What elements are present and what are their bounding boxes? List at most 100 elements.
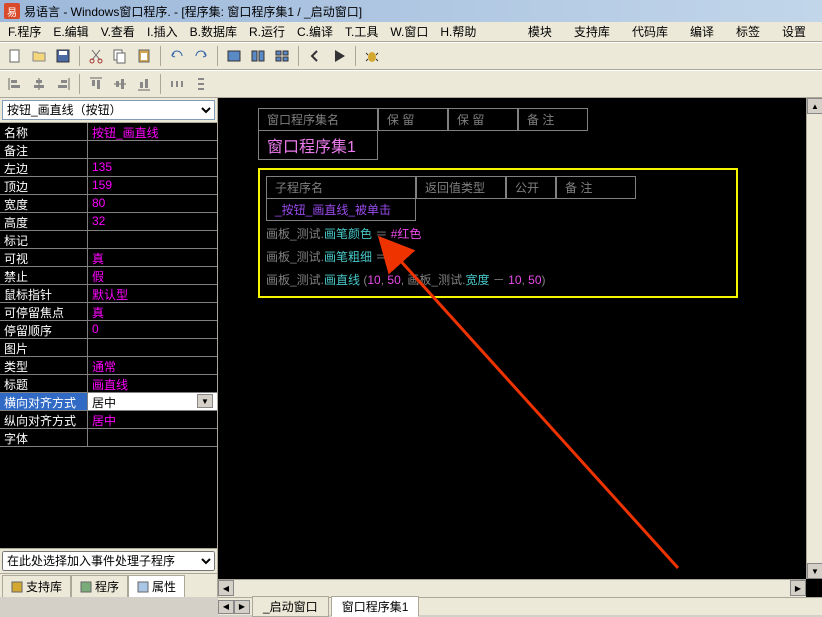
align-left-icon	[7, 76, 23, 92]
prop-value[interactable]: 居中	[88, 411, 217, 428]
prop-value[interactable]: 居中▼	[88, 393, 217, 410]
highlighted-code-block: 子程序名 返回值类型 公开 备 注 _按钮_画直线_被单击 画板_测试.画笔颜色…	[258, 168, 738, 298]
tab-window-set1[interactable]: 窗口程序集1	[331, 596, 420, 617]
menu-support-lib[interactable]: 支持库	[568, 21, 616, 42]
prop-row-13[interactable]: 类型通常	[0, 357, 217, 375]
save-button[interactable]	[52, 45, 74, 67]
run-button[interactable]	[328, 45, 350, 67]
align-7[interactable]	[166, 73, 188, 95]
scrollbar-vertical[interactable]: ▲ ▼	[806, 98, 822, 579]
menu-view[interactable]: V.查看	[95, 21, 141, 42]
paste-button[interactable]	[133, 45, 155, 67]
align-6[interactable]	[133, 73, 155, 95]
align-4[interactable]	[85, 73, 107, 95]
menu-insert[interactable]: I.插入	[141, 21, 184, 42]
prop-row-14[interactable]: 标题画直线	[0, 375, 217, 393]
tab-nav-prev[interactable]: ◀	[218, 600, 234, 614]
prop-value[interactable]: 默认型	[88, 285, 217, 302]
prop-value[interactable]: 159	[88, 177, 217, 194]
code-editor[interactable]: 窗口程序集名 保 留 保 留 备 注 窗口程序集1 子程序名 返回值类型 公开 …	[218, 98, 822, 597]
property-grid[interactable]: 名称按钮_画直线备注左边135顶边159宽度80高度32标记可视真禁止假鼠标指针…	[0, 123, 217, 548]
prop-row-10[interactable]: 可停留焦点真	[0, 303, 217, 321]
menu-run[interactable]: R.运行	[243, 21, 291, 42]
prop-row-8[interactable]: 禁止假	[0, 267, 217, 285]
menu-tags[interactable]: 标签	[730, 21, 766, 42]
prop-row-11[interactable]: 停留顺序0	[0, 321, 217, 339]
prop-row-7[interactable]: 可视真	[0, 249, 217, 267]
menu-edit[interactable]: E.编辑	[47, 21, 94, 42]
prop-row-12[interactable]: 图片	[0, 339, 217, 357]
align-3[interactable]	[52, 73, 74, 95]
prop-row-15[interactable]: 横向对齐方式居中▼	[0, 393, 217, 411]
align-8[interactable]	[190, 73, 212, 95]
new-button[interactable]	[4, 45, 26, 67]
prop-value[interactable]: 80	[88, 195, 217, 212]
prop-row-1[interactable]: 备注	[0, 141, 217, 159]
prop-row-6[interactable]: 标记	[0, 231, 217, 249]
menu-help[interactable]: H.帮助	[434, 21, 482, 42]
debug-button[interactable]	[361, 45, 383, 67]
prop-value[interactable]: 按钮_画直线	[88, 123, 217, 140]
prop-value[interactable]	[88, 141, 217, 158]
prop-row-5[interactable]: 高度32	[0, 213, 217, 231]
prop-value[interactable]	[88, 339, 217, 356]
tab-startup-window[interactable]: _启动窗口	[252, 596, 329, 617]
open-button[interactable]	[28, 45, 50, 67]
redo-button[interactable]	[190, 45, 212, 67]
tab-properties[interactable]: 属性	[128, 575, 185, 597]
prop-value[interactable]: 真	[88, 303, 217, 320]
scrollbar-horizontal[interactable]: ◀ ▶	[218, 579, 806, 597]
menu-module[interactable]: 模块	[522, 21, 558, 42]
code-line-1[interactable]: 画板_测试.画笔颜色 ＝ #红色	[266, 223, 730, 244]
tab-support-lib[interactable]: 支持库	[2, 575, 71, 597]
menu-tools[interactable]: T.工具	[339, 21, 384, 42]
prop-row-2[interactable]: 左边135	[0, 159, 217, 177]
sub-name[interactable]: _按钮_画直线_被单击	[266, 199, 416, 221]
undo-icon	[169, 48, 185, 64]
prop-row-3[interactable]: 顶边159	[0, 177, 217, 195]
tab-program[interactable]: 程序	[71, 575, 128, 597]
prop-value[interactable]: 0	[88, 321, 217, 338]
undo-button[interactable]	[166, 45, 188, 67]
prop-value[interactable]	[88, 231, 217, 248]
btn-c[interactable]	[271, 45, 293, 67]
copy-button[interactable]	[109, 45, 131, 67]
event-selector[interactable]: 在此处选择加入事件处理子程序	[2, 551, 215, 571]
cut-button[interactable]	[85, 45, 107, 67]
code-line-2[interactable]: 画板_测试.画笔粗细 ＝ 5	[266, 246, 730, 267]
btn-b[interactable]	[247, 45, 269, 67]
prop-value[interactable]: 假	[88, 267, 217, 284]
align-1[interactable]	[4, 73, 26, 95]
menu-code-lib[interactable]: 代码库	[626, 21, 674, 42]
align-5[interactable]	[109, 73, 131, 95]
scroll-left-button[interactable]: ◀	[218, 580, 234, 596]
prop-value[interactable]	[88, 429, 217, 446]
menu-compile[interactable]: C.编译	[291, 21, 339, 42]
scroll-up-button[interactable]: ▲	[807, 98, 822, 114]
prop-row-4[interactable]: 宽度80	[0, 195, 217, 213]
btn-a[interactable]	[223, 45, 245, 67]
back-button[interactable]	[304, 45, 326, 67]
prop-row-17[interactable]: 字体	[0, 429, 217, 447]
active-module[interactable]: 窗口程序集1	[258, 131, 378, 160]
tab-nav-next[interactable]: ▶	[234, 600, 250, 614]
prop-row-9[interactable]: 鼠标指针默认型	[0, 285, 217, 303]
prop-value[interactable]: 真	[88, 249, 217, 266]
prop-value[interactable]: 通常	[88, 357, 217, 374]
menu-compile2[interactable]: 编译	[684, 21, 720, 42]
code-line-3[interactable]: 画板_测试.画直线 (10, 50, 画板_测试.宽度 － 10, 50)	[266, 269, 730, 290]
prop-row-16[interactable]: 纵向对齐方式居中	[0, 411, 217, 429]
menu-program[interactable]: F.程序	[2, 21, 47, 42]
object-selector[interactable]: 按钮_画直线（按钮）	[2, 100, 215, 120]
combo-button[interactable]: ▼	[197, 394, 213, 408]
scroll-down-button[interactable]: ▼	[807, 563, 822, 579]
prop-value[interactable]: 32	[88, 213, 217, 230]
menu-settings[interactable]: 设置	[776, 21, 812, 42]
scroll-right-button[interactable]: ▶	[790, 580, 806, 596]
prop-value[interactable]: 画直线	[88, 375, 217, 392]
menu-window[interactable]: W.窗口	[384, 21, 434, 42]
align-2[interactable]	[28, 73, 50, 95]
prop-row-0[interactable]: 名称按钮_画直线	[0, 123, 217, 141]
menu-database[interactable]: B.数据库	[184, 21, 243, 42]
prop-value[interactable]: 135	[88, 159, 217, 176]
